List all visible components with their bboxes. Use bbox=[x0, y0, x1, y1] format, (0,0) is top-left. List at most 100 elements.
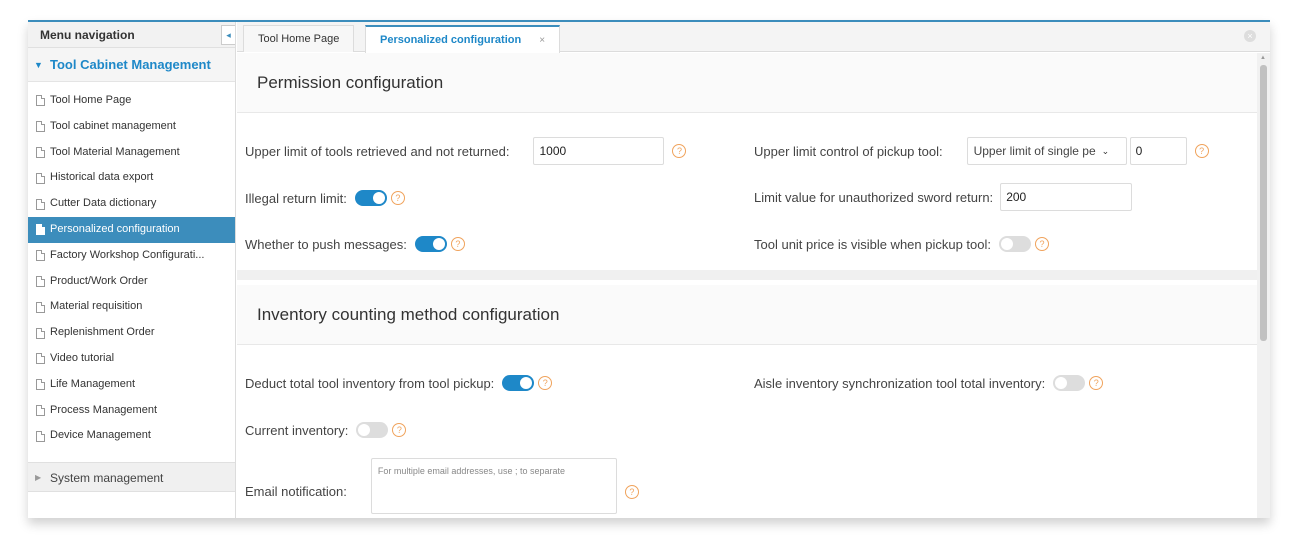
sidebar-item-personalized-configuration[interactable]: Personalized configuration bbox=[28, 216, 235, 243]
sidebar-item-label: Cutter Data dictionary bbox=[50, 197, 157, 210]
document-icon bbox=[36, 121, 45, 133]
price-visible-field: Tool unit price is visible when pickup t… bbox=[754, 236, 1050, 252]
sidebar-item-label: Device Management bbox=[50, 429, 151, 442]
push-messages-field: Whether to push messages: ? bbox=[245, 236, 465, 252]
sidebar-item-process-management[interactable]: Process Management bbox=[28, 398, 235, 424]
sidebar-item-tool-material-management[interactable]: Tool Material Management bbox=[28, 140, 235, 166]
sidebar-item-video-tutorial[interactable]: Video tutorial bbox=[28, 346, 235, 372]
sidebar-item-replenishment-order[interactable]: Replenishment Order bbox=[28, 320, 235, 346]
current-inventory-toggle[interactable] bbox=[356, 422, 389, 438]
sidebar-item-material-requisition[interactable]: Material requisition bbox=[28, 294, 235, 320]
deduct-inventory-field: Deduct total tool inventory from tool pi… bbox=[245, 375, 553, 391]
unauthorized-return-input[interactable] bbox=[1000, 183, 1133, 211]
help-icon[interactable]: ? bbox=[390, 191, 405, 205]
help-icon[interactable]: ? bbox=[1035, 237, 1050, 251]
caret-down-icon: ▼ bbox=[34, 60, 43, 70]
field-label: Aisle inventory synchronization tool tot… bbox=[754, 375, 1046, 391]
sidebar-item-label: Tool cabinet management bbox=[50, 119, 176, 132]
pickup-limit-field: Upper limit control of pickup tool: Uppe… bbox=[754, 137, 1209, 165]
aisle-sync-toggle[interactable] bbox=[1053, 375, 1086, 391]
sidebar-item-historical-data-export[interactable]: Historical data export bbox=[28, 165, 235, 191]
section-divider bbox=[237, 270, 1257, 280]
document-icon bbox=[36, 301, 45, 313]
sidebar-list: Tool Home Page Tool cabinet management T… bbox=[28, 82, 235, 449]
document-icon bbox=[36, 404, 45, 416]
main-content: Permission configuration Upper limit of … bbox=[237, 53, 1257, 518]
field-label: Upper limit of tools retrieved and not r… bbox=[245, 143, 510, 159]
toggle-knob bbox=[358, 424, 371, 436]
sidebar-item-tool-home[interactable]: Tool Home Page bbox=[28, 88, 235, 114]
document-icon bbox=[36, 275, 45, 287]
field-label: Deduct total tool inventory from tool pi… bbox=[245, 375, 495, 391]
document-icon bbox=[36, 353, 45, 365]
document-icon bbox=[36, 430, 45, 442]
sidebar-item-label: Product/Work Order bbox=[50, 274, 148, 287]
document-icon bbox=[36, 327, 45, 339]
push-messages-toggle[interactable] bbox=[414, 236, 447, 252]
pickup-limit-select[interactable]: Upper limit of single pe ⌄ bbox=[966, 137, 1127, 165]
sidebar-item-label: Tool Material Management bbox=[50, 145, 180, 158]
section-title: Inventory counting method configuration bbox=[237, 285, 1257, 345]
sidebar-item-label: Replenishment Order bbox=[50, 326, 155, 339]
email-textarea[interactable]: For multiple email addresses, use ; to s… bbox=[370, 458, 617, 514]
sidebar-group-system-management[interactable]: ▶ System management bbox=[28, 462, 235, 492]
toggle-knob bbox=[1055, 377, 1068, 389]
field-label: Tool unit price is visible when pickup t… bbox=[754, 236, 992, 252]
help-icon[interactable]: ? bbox=[672, 144, 687, 158]
document-icon bbox=[36, 250, 45, 262]
help-icon[interactable]: ? bbox=[624, 485, 639, 499]
sidebar-item-product-work-order[interactable]: Product/Work Order bbox=[28, 269, 235, 295]
field-label: Email notification: bbox=[245, 483, 347, 499]
illegal-return-toggle[interactable] bbox=[354, 190, 387, 206]
sidebar-item-label: Material requisition bbox=[50, 300, 143, 313]
help-icon[interactable]: ? bbox=[450, 237, 465, 251]
sidebar-item-label: Personalized configuration bbox=[50, 222, 180, 235]
tab-label: Tool Home Page bbox=[258, 33, 340, 45]
select-value: Upper limit of single pe bbox=[973, 144, 1096, 158]
sidebar-item-label: Life Management bbox=[50, 377, 135, 390]
toggle-knob bbox=[1001, 238, 1014, 250]
document-icon bbox=[36, 172, 45, 184]
aisle-sync-field: Aisle inventory synchronization tool tot… bbox=[754, 375, 1104, 391]
sidebar-item-factory-workshop-configuration[interactable]: Factory Workshop Configurati... bbox=[28, 243, 235, 269]
toggle-knob bbox=[520, 377, 533, 389]
sidebar-group-label: System management bbox=[50, 471, 164, 485]
sidebar-item-device-management[interactable]: Device Management bbox=[28, 423, 235, 449]
sidebar-item-cutter-data-dictionary[interactable]: Cutter Data dictionary bbox=[28, 191, 235, 217]
sidebar-item-label: Factory Workshop Configurati... bbox=[50, 248, 205, 261]
help-icon[interactable]: ? bbox=[392, 423, 407, 437]
deduct-inventory-toggle[interactable] bbox=[502, 375, 535, 391]
app-window: Menu navigation ◂ ▼ Tool Cabinet Managem… bbox=[28, 20, 1270, 518]
close-tab-icon[interactable]: × bbox=[539, 35, 545, 46]
sidebar-item-label: Process Management bbox=[50, 403, 157, 416]
inventory-section: Inventory counting method configuration bbox=[237, 285, 1257, 345]
scrollbar[interactable]: ▲ bbox=[1257, 53, 1270, 518]
help-icon[interactable]: ? bbox=[538, 376, 553, 390]
pickup-limit-input[interactable] bbox=[1129, 137, 1187, 165]
unauthorized-return-field: Limit value for unauthorized sword retur… bbox=[754, 183, 1133, 211]
tab-bar: Tool Home Page Personalized configuratio… bbox=[237, 22, 1270, 53]
sidebar-group-label: Tool Cabinet Management bbox=[50, 57, 211, 72]
help-icon[interactable]: ? bbox=[1194, 144, 1209, 158]
field-label: Limit value for unauthorized sword retur… bbox=[754, 189, 994, 205]
tab-label: Personalized configuration bbox=[380, 34, 522, 46]
document-icon bbox=[36, 379, 45, 391]
sidebar-group-tool-cabinet[interactable]: ▼ Tool Cabinet Management bbox=[28, 48, 235, 82]
close-all-tabs-icon[interactable]: × bbox=[1244, 30, 1256, 42]
tab-tool-home-page[interactable]: Tool Home Page bbox=[243, 25, 355, 52]
retrieved-limit-input[interactable] bbox=[533, 137, 665, 165]
chevron-down-icon: ⌄ bbox=[1101, 146, 1110, 156]
sidebar-item-life-management[interactable]: Life Management bbox=[28, 372, 235, 398]
document-icon bbox=[36, 95, 45, 107]
sidebar-item-tool-cabinet-management[interactable]: Tool cabinet management bbox=[28, 114, 235, 140]
field-label: Illegal return limit: bbox=[245, 190, 347, 206]
sidebar-title: Menu navigation bbox=[40, 28, 135, 42]
current-inventory-field: Current inventory: ? bbox=[245, 422, 407, 438]
collapse-sidebar-icon[interactable]: ◂ bbox=[221, 25, 235, 45]
tab-personalized-configuration[interactable]: Personalized configuration × bbox=[365, 25, 561, 53]
toggle-knob bbox=[372, 192, 385, 204]
price-visible-toggle[interactable] bbox=[999, 236, 1032, 252]
help-icon[interactable]: ? bbox=[1089, 376, 1104, 390]
scroll-thumb[interactable] bbox=[1260, 65, 1267, 341]
scroll-up-icon[interactable]: ▲ bbox=[1260, 55, 1266, 61]
